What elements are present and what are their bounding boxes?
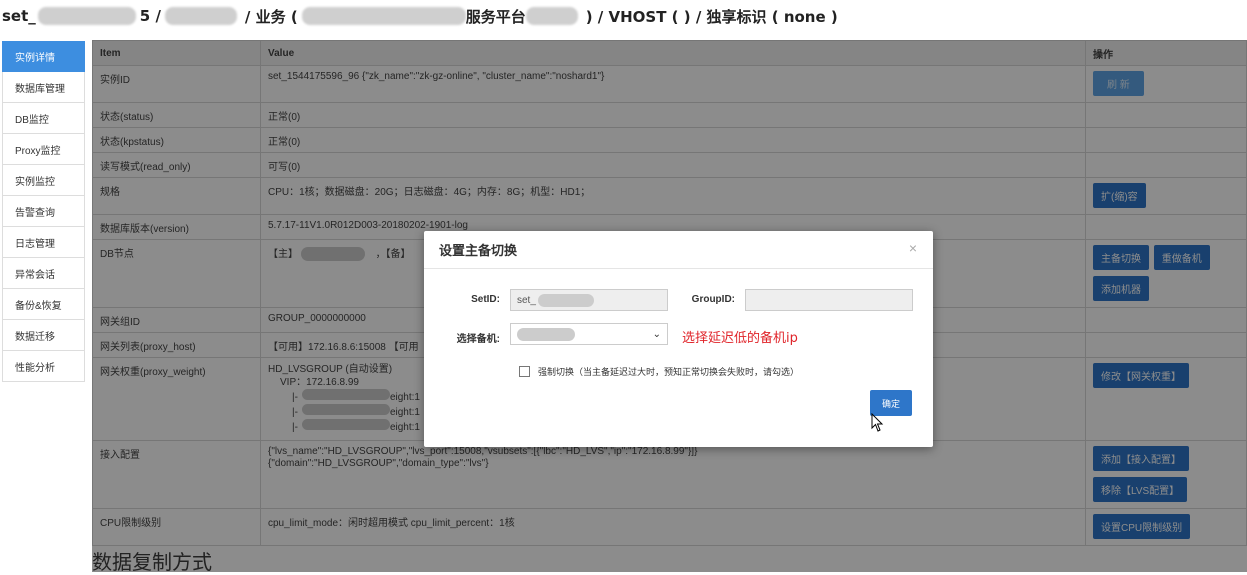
redacted-platform (525, 7, 578, 25)
sidebar-item-alert-query[interactable]: 告警查询 (2, 196, 85, 227)
redacted-backup-ip (517, 327, 575, 341)
breadcrumb-platform: 服务平台 (465, 7, 526, 26)
force-switch-option[interactable]: 强制切换（当主备延迟过大时，预知正常切换会失败时，请勾选） (519, 365, 799, 378)
redacted-set-id (37, 7, 136, 25)
sidebar-item-instance-monitor[interactable]: 实例监控 (2, 165, 85, 196)
redacted-setid (537, 293, 594, 307)
dialog-title: 设置主备切换 (424, 231, 933, 269)
sidebar-item-abnormal-sessions[interactable]: 异常会话 (2, 258, 85, 289)
backup-label: 选择备机: (456, 334, 500, 345)
backup-select[interactable]: ⌄ (510, 323, 668, 345)
groupid-field (745, 289, 913, 311)
sidebar-item-db-management[interactable]: 数据库管理 (2, 72, 85, 103)
force-switch-checkbox[interactable] (519, 366, 530, 377)
breadcrumb: set_ 5 / / 业务 ( 服务平台 ) / VHOST ( ) / 独享标… (0, 0, 1247, 32)
annotation-hint: 选择延迟低的备机ip (682, 331, 798, 346)
close-icon[interactable]: × (909, 240, 917, 256)
sidebar-item-backup-restore[interactable]: 备份&恢复 (2, 289, 85, 320)
force-switch-label: 强制切换（当主备延迟过大时，预知正常切换会失败时，请勾选） (538, 367, 800, 377)
sidebar-item-data-migration[interactable]: 数据迁移 (2, 320, 85, 351)
sidebar: 实例详情 数据库管理 DB监控 Proxy监控 实例监控 告警查询 日志管理 异… (2, 41, 85, 382)
breadcrumb-tail: ) / VHOST ( ) / 独享标识 ( none ) (585, 7, 838, 26)
section-title: 数据复制方式 (92, 550, 212, 574)
set-prefix: set_ (2, 7, 36, 25)
mouse-cursor-icon (871, 413, 884, 432)
sidebar-item-log-management[interactable]: 日志管理 (2, 227, 85, 258)
setid-label: SetID: (471, 294, 500, 305)
sidebar-item-performance[interactable]: 性能分析 (2, 351, 85, 382)
switch-master-dialog: 设置主备切换 × SetID: set_ GroupID: 选择备机: ⌄ 选择… (424, 231, 933, 447)
groupid-label: GroupID: (691, 294, 735, 305)
setid-value: set_ (517, 294, 536, 306)
breadcrumb-business: / 业务 ( (244, 7, 298, 26)
redacted-name (164, 7, 237, 25)
redacted-business (301, 7, 466, 25)
chevron-down-icon: ⌄ (652, 328, 661, 340)
sidebar-item-proxy-monitor[interactable]: Proxy监控 (2, 134, 85, 165)
breadcrumb-sep: 5 / (139, 7, 161, 25)
sidebar-item-db-monitor[interactable]: DB监控 (2, 103, 85, 134)
setid-field: set_ (510, 289, 668, 311)
sidebar-item-instance-detail[interactable]: 实例详情 (2, 41, 85, 72)
